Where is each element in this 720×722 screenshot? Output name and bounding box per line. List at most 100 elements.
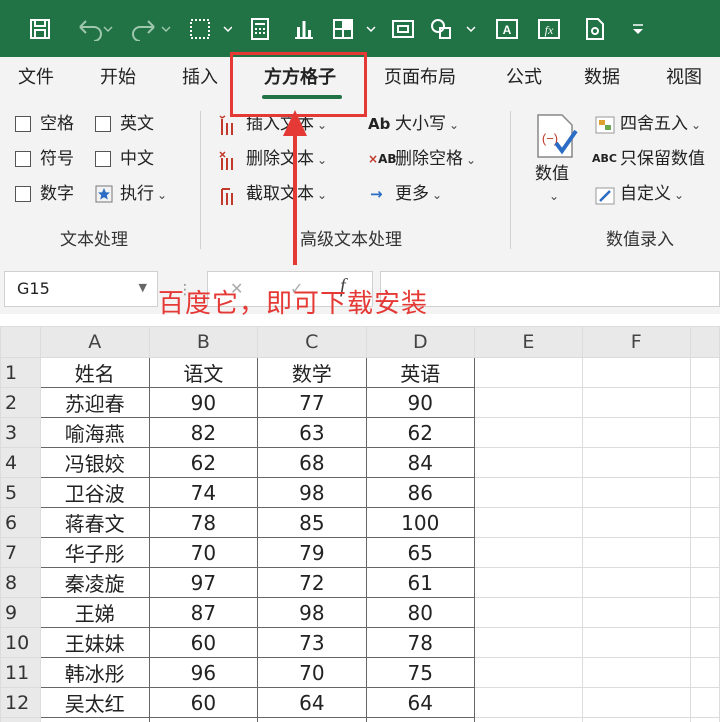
cell[interactable]: 85 [257, 507, 367, 538]
cell[interactable] [689, 567, 720, 598]
cell[interactable]: 70 [148, 537, 259, 568]
cell[interactable] [474, 687, 583, 718]
text-box-icon[interactable]: A [492, 14, 522, 44]
cell[interactable]: 80 [365, 597, 476, 628]
tab-home[interactable]: 开始 [100, 57, 136, 101]
cell[interactable] [581, 477, 691, 508]
cell[interactable]: 90 [148, 387, 259, 418]
cell[interactable] [474, 537, 583, 568]
cell[interactable]: 卫谷波 [39, 477, 150, 508]
row-header[interactable]: 8 [0, 567, 41, 598]
cell[interactable]: 语文 [148, 357, 259, 388]
more-button[interactable]: 更多 ⌄ [395, 183, 442, 206]
cell[interactable]: 62 [365, 417, 476, 448]
keep-value-button[interactable]: 只保留数值 [620, 148, 705, 170]
column-header-a[interactable]: A [39, 326, 150, 358]
cell[interactable]: 63 [257, 417, 367, 448]
cell[interactable]: 62 [148, 447, 259, 478]
cell[interactable] [581, 417, 691, 448]
cell[interactable] [581, 567, 691, 598]
tab-page-layout[interactable]: 页面布局 [384, 57, 456, 101]
row-header[interactable]: 2 [0, 387, 41, 418]
cell[interactable]: 82 [148, 417, 259, 448]
cell[interactable] [689, 507, 720, 538]
undo-icon[interactable] [72, 14, 116, 44]
cell[interactable]: 姓名 [39, 357, 150, 388]
redo-icon[interactable] [130, 14, 174, 44]
cell[interactable]: 70 [257, 657, 367, 688]
cell[interactable]: 蒋春文 [39, 507, 150, 538]
delete-space-button[interactable]: 删除空格 ⌄ [395, 148, 476, 171]
row-header[interactable]: 3 [0, 417, 41, 448]
column-header-c[interactable]: C [257, 326, 367, 358]
cell[interactable]: 77 [257, 387, 367, 418]
cell[interactable] [474, 477, 583, 508]
cell[interactable] [689, 477, 720, 508]
row-header[interactable]: 1 [0, 357, 41, 388]
borders-icon[interactable] [186, 14, 234, 44]
cell[interactable]: 喻海燕 [39, 417, 150, 448]
cell[interactable]: 王娣 [39, 597, 150, 628]
cell[interactable]: 84 [365, 717, 476, 722]
cell[interactable]: 73 [257, 627, 367, 658]
symbol-checkbox[interactable] [15, 151, 31, 167]
cell[interactable]: 61 [365, 567, 476, 598]
cell[interactable]: 74 [148, 477, 259, 508]
cell[interactable]: 90 [365, 387, 476, 418]
case-button[interactable]: 大小写 ⌄ [395, 113, 459, 136]
screenshot-icon[interactable] [388, 14, 418, 44]
cell[interactable]: 96 [148, 657, 259, 688]
tab-file[interactable]: 文件 [18, 57, 54, 101]
cell[interactable]: 86 [365, 477, 476, 508]
cell[interactable] [474, 507, 583, 538]
cell[interactable]: 韩彤 [39, 717, 150, 722]
cell[interactable] [474, 387, 583, 418]
cell[interactable] [689, 447, 720, 478]
row-header[interactable]: 4 [0, 447, 41, 478]
cell[interactable] [581, 687, 691, 718]
cell[interactable]: 王妹妹 [39, 627, 150, 658]
cell[interactable] [474, 657, 583, 688]
custom-button[interactable]: 自定义 ⌄ [620, 183, 684, 206]
save-icon[interactable] [24, 14, 56, 44]
cell[interactable]: 98 [257, 477, 367, 508]
column-header-b[interactable]: B [148, 326, 259, 358]
cell[interactable]: 97 [148, 567, 259, 598]
cell[interactable] [581, 717, 691, 722]
cell[interactable] [581, 597, 691, 628]
cell[interactable] [689, 537, 720, 568]
cell[interactable] [474, 717, 583, 722]
cell[interactable]: 79 [257, 537, 367, 568]
cell[interactable]: 韩冰彤 [39, 657, 150, 688]
cell[interactable] [581, 387, 691, 418]
select-all-corner[interactable] [0, 326, 41, 358]
cell[interactable] [581, 537, 691, 568]
cell[interactable] [474, 597, 583, 628]
cell[interactable]: 冯银姣 [39, 447, 150, 478]
worksheet-table[interactable]: A B C D E F 1 姓名 语文 数学 英语 2 苏迎春 90 77 90 3 喻海燕 82 63 62 4 冯银姣 6… [0, 326, 720, 722]
print-preview-icon[interactable] [580, 14, 610, 44]
cell[interactable]: 65 [365, 537, 476, 568]
cell[interactable] [474, 627, 583, 658]
tab-formulas[interactable]: 公式 [506, 57, 542, 101]
cell[interactable]: 吴太红 [39, 687, 150, 718]
shapes-icon[interactable] [428, 14, 478, 44]
row-header[interactable]: 9 [0, 597, 41, 628]
column-header-overflow[interactable] [689, 326, 720, 358]
column-header-d[interactable]: D [365, 326, 476, 358]
cell[interactable] [474, 447, 583, 478]
row-header[interactable]: 6 [0, 507, 41, 538]
cell[interactable] [689, 717, 720, 722]
cell[interactable]: 100 [365, 507, 476, 538]
cell[interactable]: 华子彤 [39, 537, 150, 568]
cell[interactable] [689, 687, 720, 718]
cell[interactable]: 98 [257, 597, 367, 628]
value-dropdown-icon[interactable]: ⌄ [549, 185, 559, 207]
row-header[interactable]: 5 [0, 477, 41, 508]
row-header[interactable]: 12 [0, 687, 41, 718]
cell[interactable]: 60 [148, 627, 259, 658]
value-button[interactable]: 数值 [535, 163, 569, 185]
cell[interactable] [474, 417, 583, 448]
cell[interactable] [474, 567, 583, 598]
tab-data[interactable]: 数据 [584, 57, 620, 101]
